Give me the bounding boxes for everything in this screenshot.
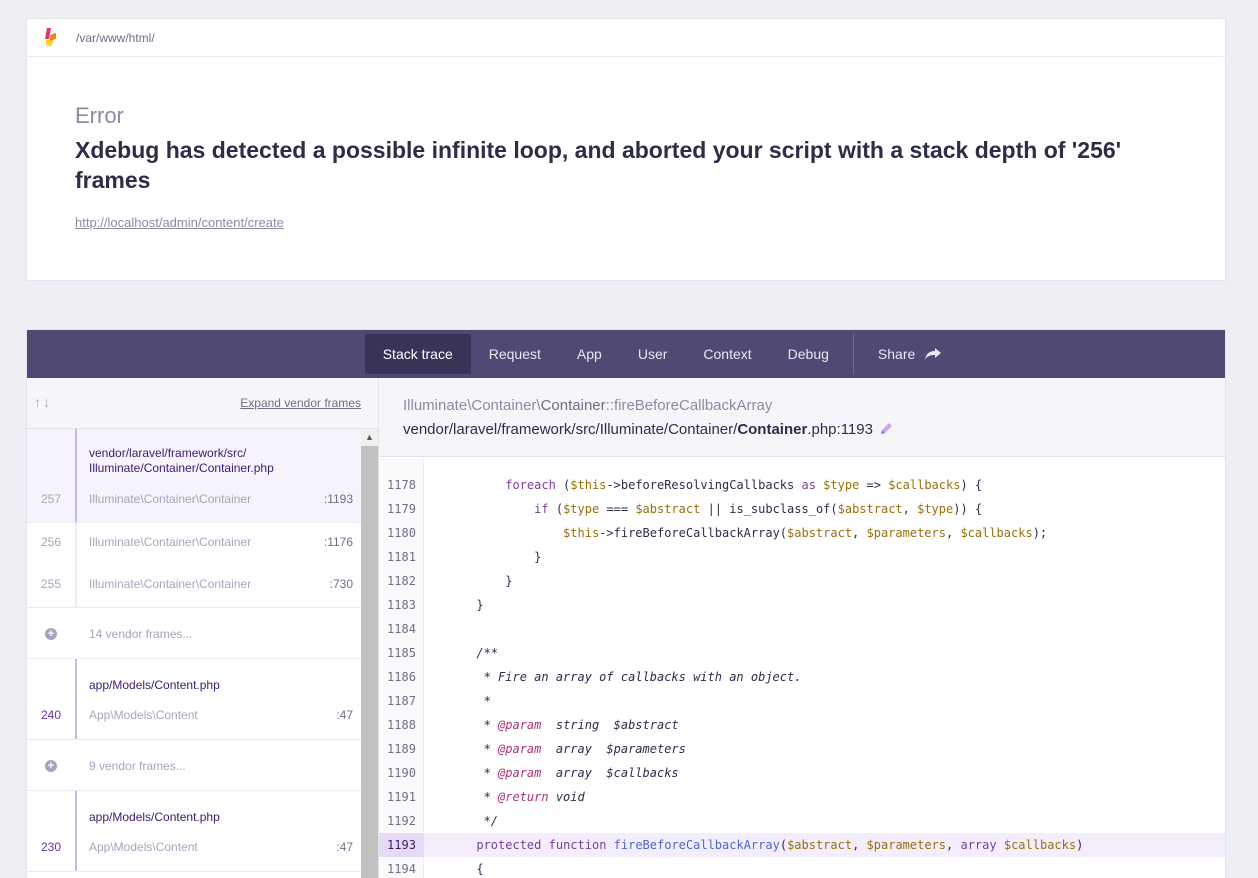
code-line: 1191 * @return void xyxy=(387,790,585,804)
frames-header: ↑↓ Expand vendor frames xyxy=(27,378,378,429)
tab-bar: Stack trace Request App User Context Deb… xyxy=(27,330,1225,378)
tab-stack-trace[interactable]: Stack trace xyxy=(364,334,471,374)
tab-debug[interactable]: Debug xyxy=(770,334,847,374)
frame-file: app/Models/Content.php xyxy=(89,678,220,692)
stack-frame[interactable]: app/Models/Content.php 240 App\Models\Co… xyxy=(27,659,361,740)
code-line: 1190 * @param array $callbacks xyxy=(387,766,679,780)
frame-number: 230 xyxy=(40,840,62,854)
stack-frames-panel: ↑↓ Expand vendor frames vendor/laravel/f… xyxy=(27,378,379,878)
share-button[interactable]: Share xyxy=(860,334,959,374)
code-line: 1188 * @param string $abstract xyxy=(387,718,679,732)
code-line: 1181 } xyxy=(387,550,542,564)
error-type: Error xyxy=(75,103,124,128)
share-arrow-icon xyxy=(925,348,942,360)
request-url-link[interactable]: http://localhost/admin/content/create xyxy=(75,215,284,230)
code-line: 1184 xyxy=(387,622,416,636)
code-line: 1182 } xyxy=(387,574,513,588)
expand-vendor-frames-link[interactable]: Expand vendor frames xyxy=(240,396,361,410)
vendor-frames-label: 9 vendor frames... xyxy=(89,759,186,773)
code-line: 1178 foreach ($this->beforeResolvingCall… xyxy=(387,478,983,492)
frame-number: 240 xyxy=(40,708,62,722)
frame-line: :47 xyxy=(336,708,353,722)
expand-plus-icon: + xyxy=(45,760,57,772)
frame-file: app/Models/Content.php xyxy=(89,810,220,824)
frame-line: :47 xyxy=(336,840,353,854)
ignition-logo-icon xyxy=(44,27,58,48)
frame-number: 257 xyxy=(40,492,62,506)
code-line: 1179 if ($type === $abstract || is_subcl… xyxy=(387,502,983,516)
frame-class: Illuminate\Container\Container xyxy=(89,535,252,549)
stack-frame[interactable]: 255 Illuminate\Container\Container :730 xyxy=(27,565,361,608)
frame-detail-header: Illuminate\Container\Container::fireBefo… xyxy=(379,378,1225,457)
frame-method: Illuminate\Container\Container::fireBefo… xyxy=(403,397,773,414)
expand-plus-icon: + xyxy=(45,628,57,640)
vendor-frames-group[interactable]: + 9 vendor frames... xyxy=(27,740,361,791)
tab-request[interactable]: Request xyxy=(471,334,559,374)
frame-navigation-arrows-icon[interactable]: ↑↓ xyxy=(34,394,52,410)
code-line: 1180 $this->fireBeforeCallbackArray($abs… xyxy=(387,526,1048,540)
scroll-up-arrow-icon[interactable]: ▲ xyxy=(361,429,378,445)
frame-list: vendor/laravel/framework/src/ Illuminate… xyxy=(27,429,361,872)
tab-app[interactable]: App xyxy=(559,334,620,374)
frames-scrollbar[interactable]: ▲ xyxy=(361,429,378,878)
frame-line: :730 xyxy=(329,577,353,591)
error-card: /var/www/html/ Error Xdebug has detected… xyxy=(26,18,1226,281)
vendor-frames-group[interactable]: + 14 vendor frames... xyxy=(27,608,361,659)
code-line-highlighted: 1193 protected function fireBeforeCallba… xyxy=(379,833,1225,857)
main-panel: Stack trace Request App User Context Deb… xyxy=(26,329,1226,878)
vendor-frames-label: 14 vendor frames... xyxy=(89,627,193,641)
code-panel: Illuminate\Container\Container::fireBefo… xyxy=(379,378,1225,878)
tab-context[interactable]: Context xyxy=(685,334,769,374)
frame-number: 255 xyxy=(40,577,62,591)
frame-line: :1193 xyxy=(323,492,353,506)
code-line: 1185 /** xyxy=(387,646,499,660)
stack-frame[interactable]: 256 Illuminate\Container\Container :1176 xyxy=(27,523,361,565)
app-path: /var/www/html/ xyxy=(76,30,155,45)
scrollbar-thumb[interactable] xyxy=(361,446,378,878)
frame-class: App\Models\Content xyxy=(89,708,198,722)
code-line: 1194 { xyxy=(387,862,484,876)
frame-class: Illuminate\Container\Container xyxy=(89,577,252,591)
stack-frame[interactable]: vendor/laravel/framework/src/ Illuminate… xyxy=(27,429,361,523)
code-line: 1189 * @param array $parameters xyxy=(387,742,686,756)
share-label: Share xyxy=(877,346,916,362)
code-line: 1183 } xyxy=(387,598,484,612)
stack-frame[interactable]: app/Models/Content.php 230 App\Models\Co… xyxy=(27,791,361,872)
code-line: 1186 * Fire an array of callbacks with a… xyxy=(387,670,802,684)
code-line: 1187 * xyxy=(387,694,491,708)
frame-line: :1176 xyxy=(323,535,353,549)
frame-class: App\Models\Content xyxy=(89,840,198,854)
code-snippet: 1178 foreach ($this->beforeResolvingCall… xyxy=(379,458,1225,878)
top-bar: /var/www/html/ xyxy=(27,19,1225,57)
frame-file-path: vendor/laravel/framework/src/Illuminate/… xyxy=(403,421,893,438)
error-message: Xdebug has detected a possible infinite … xyxy=(75,137,1122,193)
frame-file: vendor/laravel/framework/src/ Illuminate… xyxy=(89,446,274,475)
tab-user[interactable]: User xyxy=(620,334,686,374)
nav-divider xyxy=(852,334,854,374)
edit-pencil-icon[interactable] xyxy=(879,422,893,436)
frame-class: Illuminate\Container\Container xyxy=(89,492,252,506)
code-line: 1192 */ xyxy=(387,814,499,828)
frame-number: 256 xyxy=(40,535,62,549)
